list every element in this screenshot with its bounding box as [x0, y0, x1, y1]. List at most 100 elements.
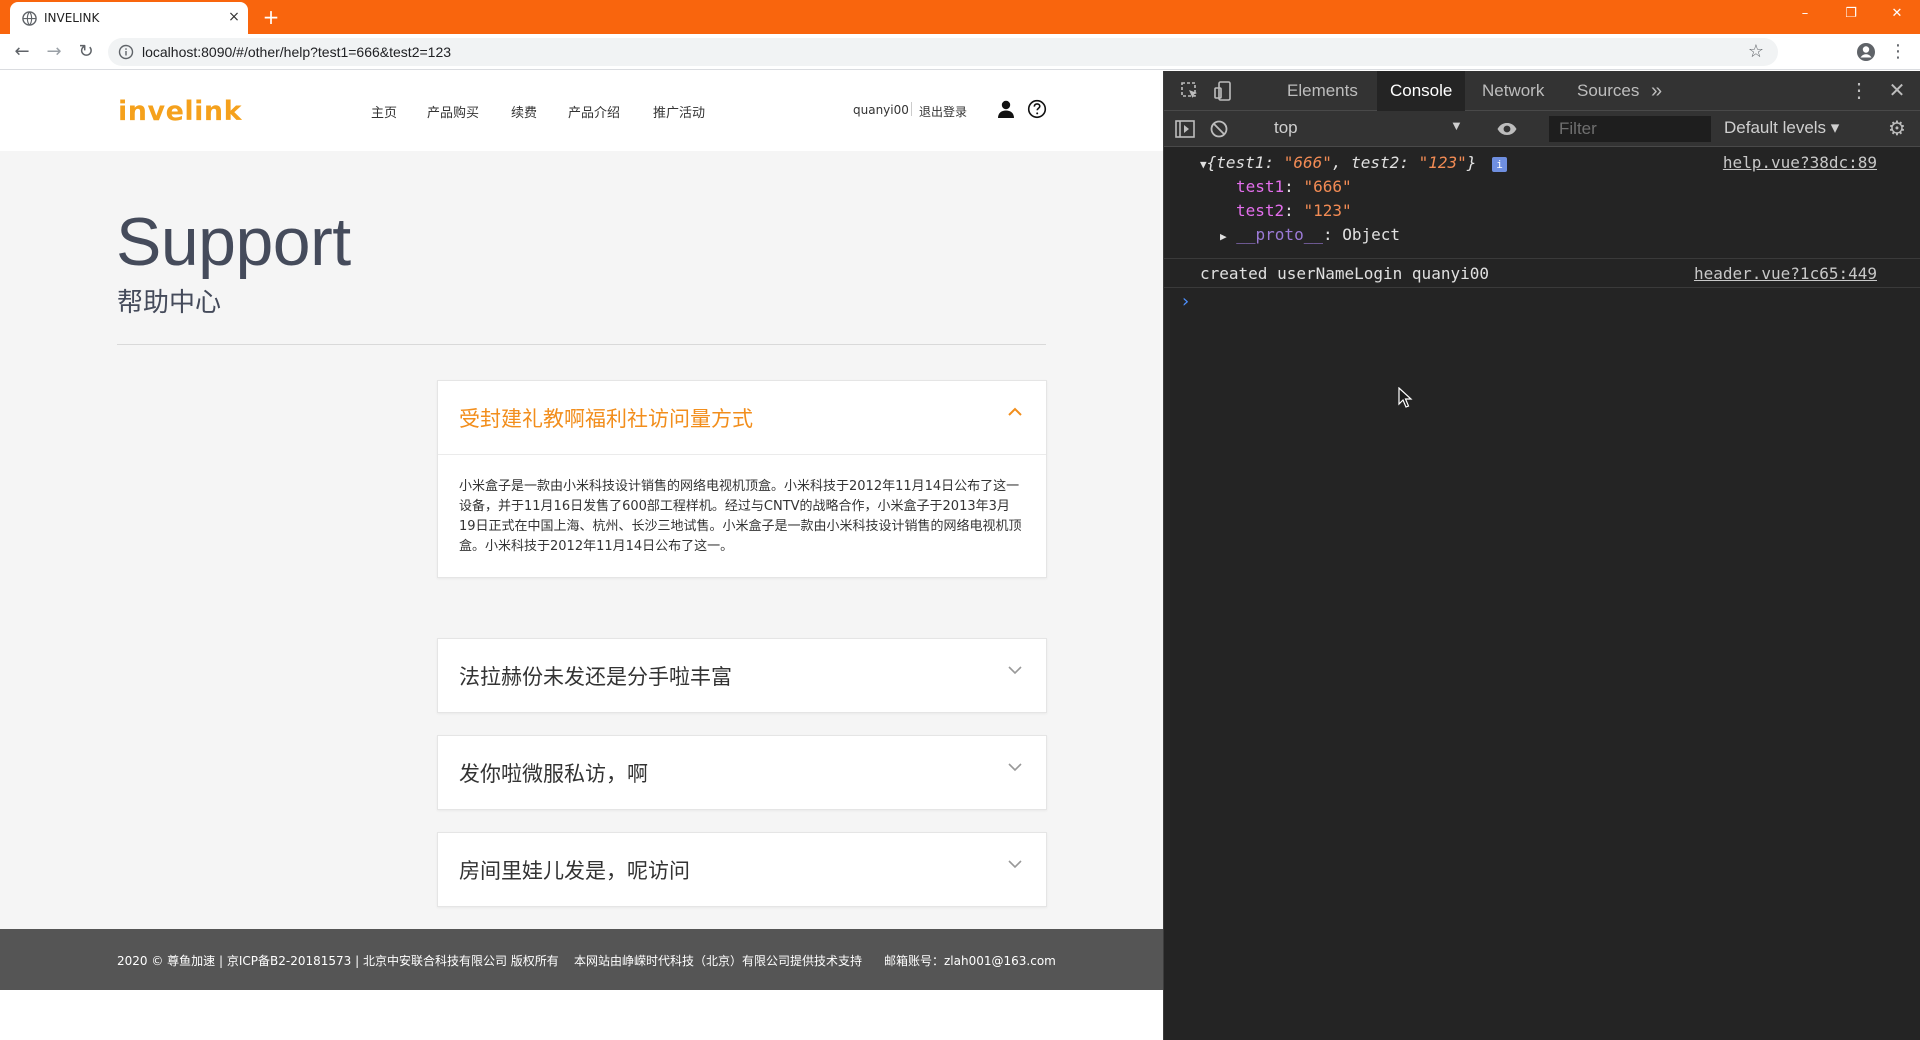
filter-placeholder: Filter [1559, 119, 1597, 138]
prop-key-test2: test2 [1236, 201, 1285, 220]
info-icon[interactable] [118, 44, 134, 60]
user-name[interactable]: quanyi00 [853, 103, 909, 117]
console-message-log: created userNameLogin quanyi00 header.vu… [1164, 259, 1920, 287]
device-toolbar-icon[interactable] [1212, 80, 1234, 102]
new-tab-button[interactable]: + [260, 6, 282, 28]
faq-header-1[interactable]: 受封建礼教啊福利社访问量方式 [438, 381, 1046, 454]
source-link-header-vue[interactable]: header.vue?1c65:449 [1694, 264, 1877, 283]
browser-toolbar: ← → ↻ localhost:8090/#/other/help?test1=… [0, 34, 1920, 70]
browser-tab-invelink[interactable]: INVELINK × [10, 2, 248, 34]
tab-console[interactable]: Console [1377, 71, 1466, 111]
source-link-help-vue[interactable]: help.vue?38dc:89 [1723, 153, 1877, 172]
context-selector[interactable]: top [1274, 118, 1298, 138]
page-title: Support [116, 204, 351, 280]
object-prop-test1: test1: "666" [1236, 177, 1352, 196]
object-summary: ▼{test1: "666", test2: "123"} i [1200, 153, 1508, 172]
faq-header-3[interactable]: 发你啦微服私访，啊 [438, 736, 1046, 809]
log-levels-label: Default levels [1724, 118, 1827, 137]
user-icon[interactable] [996, 99, 1016, 119]
browser-title-bar: INVELINK × + – ❐ ✕ [0, 0, 1920, 34]
faq-answer-1: 小米盒子是一款由小米科技设计销售的网络电视机顶盒。小米科技于2012年11月14… [438, 454, 1046, 577]
close-tab-icon[interactable]: × [226, 9, 242, 25]
nav-purchase[interactable]: 产品购买 [427, 102, 479, 121]
obj-brace-close: } [1466, 153, 1477, 172]
prop-key-test1: test1 [1236, 177, 1285, 196]
devtools-tab-bar: Elements Console Network Sources » ⋮ ✕ [1164, 71, 1920, 111]
help-icon[interactable] [1027, 99, 1047, 119]
nav-home[interactable]: 主页 [371, 102, 397, 121]
chevron-down-icon[interactable] [1006, 857, 1024, 871]
proto-val: Object [1342, 225, 1401, 244]
obj-summary-val-2: "123" [1418, 153, 1467, 172]
reload-icon[interactable]: ↻ [74, 40, 98, 64]
collapse-triangle-icon[interactable]: ▼ [1200, 158, 1207, 171]
chevron-down-icon[interactable] [1006, 760, 1024, 774]
url-text[interactable]: localhost:8090/#/other/help?test1=666&te… [142, 44, 451, 60]
forward-arrow-icon[interactable]: → [42, 40, 66, 64]
obj-brace-open: { [1206, 153, 1217, 172]
proto-key: __proto__ [1236, 225, 1323, 244]
inspect-element-icon[interactable] [1179, 80, 1201, 102]
profile-avatar-icon[interactable] [1854, 40, 1878, 64]
obj-summary-val-1: "666" [1283, 153, 1332, 172]
clear-console-icon[interactable] [1208, 118, 1230, 140]
mouse-cursor-icon [1398, 387, 1413, 408]
faq-item-2[interactable]: 法拉赫份未发还是分手啦丰富 [437, 638, 1047, 713]
logout-link[interactable]: 退出登录 [919, 103, 967, 120]
expand-triangle-icon[interactable]: ▶ [1220, 230, 1227, 243]
prop-val-test2: "123" [1303, 201, 1352, 220]
console-output: ▼{test1: "666", test2: "123"} i help.vue… [1164, 148, 1920, 316]
faq-item-3[interactable]: 发你啦微服私访，啊 [437, 735, 1047, 810]
faq-question-2: 法拉赫份未发还是分手啦丰富 [459, 665, 732, 689]
tab-title: INVELINK [44, 11, 100, 25]
footer-copyright: 2020 © 尊鱼加速 | 京ICP备B2-20181573 | 北京中安联合科… [117, 954, 559, 968]
page-subtitle: 帮助中心 [117, 288, 222, 318]
chevron-up-icon[interactable] [1006, 405, 1024, 419]
devtools-panel: Elements Console Network Sources » ⋮ ✕ t… [1163, 71, 1920, 1040]
site-footer: 2020 © 尊鱼加速 | 京ICP备B2-20181573 | 北京中安联合科… [0, 929, 1163, 990]
obj-summary-key-1: test1 [1216, 153, 1265, 172]
console-prompt-icon: › [1180, 291, 1191, 312]
info-badge-icon[interactable]: i [1492, 157, 1508, 172]
faq-question-4: 房间里娃儿发是，呢访问 [459, 859, 690, 883]
log-levels-dropdown[interactable]: Default levels ▾ [1724, 118, 1839, 138]
back-arrow-icon[interactable]: ← [10, 40, 34, 64]
console-filter-input[interactable]: Filter [1549, 116, 1711, 142]
obj-summary-key-2: test2 [1351, 153, 1400, 172]
console-settings-icon[interactable]: ⚙ [1886, 118, 1908, 140]
faq-item-4[interactable]: 房间里娃儿发是，呢访问 [437, 832, 1047, 907]
browser-menu-icon[interactable]: ⋮ [1886, 40, 1910, 64]
restore-button[interactable]: ❐ [1828, 0, 1874, 28]
close-devtools-icon[interactable]: ✕ [1886, 80, 1908, 102]
invelink-logo[interactable]: invelink [118, 96, 242, 127]
minimize-button[interactable]: – [1782, 0, 1828, 28]
chevron-down-icon[interactable] [1006, 663, 1024, 677]
footer-email: 邮箱账号：zlah001@163.com [884, 954, 1056, 968]
faq-header-4[interactable]: 房间里娃儿发是，呢访问 [438, 833, 1046, 906]
eye-icon[interactable] [1496, 118, 1518, 140]
page-viewport: invelink 主页 产品购买 续费 产品介绍 推广活动 quanyi00 退… [0, 71, 1163, 1040]
console-message-object: ▼{test1: "666", test2: "123"} i help.vue… [1164, 148, 1920, 244]
faq-item-1: 受封建礼教啊福利社访问量方式 小米盒子是一款由小米科技设计销售的网络电视机顶盒。… [437, 380, 1047, 578]
object-prop-proto[interactable]: ▶ __proto__: Object [1220, 225, 1400, 244]
tab-network[interactable]: Network [1469, 71, 1557, 111]
footer-tech-support: 本网站由峥嵘时代科技（北京）有限公司提供技术支持 [574, 954, 863, 968]
address-bar[interactable]: localhost:8090/#/other/help?test1=666&te… [108, 38, 1778, 66]
bookmark-star-icon[interactable]: ☆ [1748, 41, 1764, 62]
context-dropdown-icon[interactable]: ▼ [1450, 118, 1463, 133]
console-toolbar: top ▼ Filter Default levels ▾ ⚙ [1164, 111, 1920, 147]
tab-elements[interactable]: Elements [1274, 71, 1371, 111]
globe-icon [22, 11, 37, 26]
nav-renew[interactable]: 续费 [511, 102, 537, 121]
nav-products[interactable]: 产品介绍 [568, 102, 620, 121]
nav-promotions[interactable]: 推广活动 [653, 102, 705, 121]
close-window-button[interactable]: ✕ [1874, 0, 1920, 28]
sidebar-toggle-icon[interactable] [1174, 118, 1196, 140]
console-prompt-line[interactable]: › [1164, 288, 1920, 316]
more-tabs-icon[interactable]: » [1638, 71, 1675, 111]
object-prop-test2: test2: "123" [1236, 201, 1352, 220]
prop-val-test1: "666" [1303, 177, 1352, 196]
site-header: invelink 主页 产品购买 续费 产品介绍 推广活动 quanyi00 退… [0, 71, 1163, 151]
faq-header-2[interactable]: 法拉赫份未发还是分手啦丰富 [438, 639, 1046, 712]
devtools-menu-icon[interactable]: ⋮ [1848, 80, 1870, 102]
